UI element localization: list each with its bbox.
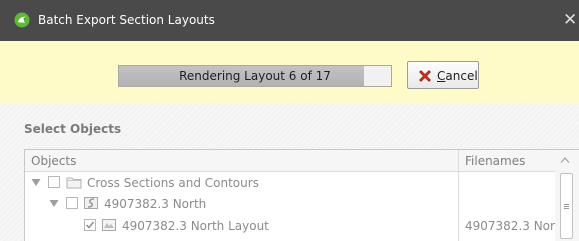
section-title: Select Objects [24,122,122,136]
layout-icon [102,219,116,231]
close-icon[interactable]: ✕ [563,9,579,31]
scrollbar-grip-line [564,204,569,205]
folder-icon [66,177,82,189]
checkmark-icon [85,221,95,229]
column-header-filenames[interactable]: Filenames [465,153,525,169]
progress-label: Rendering Layout 6 of 17 [179,69,331,83]
leapfrog-app-icon [14,12,30,28]
row-checkbox[interactable] [66,197,78,209]
cross-section-icon [84,197,98,209]
row-checkbox[interactable] [48,176,60,188]
progress-bar: Rendering Layout 6 of 17 [118,65,392,87]
tree-row-4907382-3-north-layout[interactable]: 4907382.3 North Layout 4907382.3 North [25,215,567,236]
scrollbar-thumb[interactable] [560,173,573,239]
dialog-title: Batch Export Section Layouts [38,13,215,27]
table-header: Objects Filenames [25,150,579,172]
cancel-label-rest: ancel [445,69,478,83]
cancel-x-icon [419,70,431,82]
row-checkbox-checked[interactable] [84,219,96,231]
row-label: 4907382.3 North Layout [122,219,269,233]
scrollbar-grip-line [564,206,569,207]
row-label: 4907382.3 North [104,197,207,211]
cancel-button[interactable]: Cancel [407,61,479,89]
progress-area: Rendering Layout 6 of 17 Cancel [0,41,579,103]
expand-arrow-icon[interactable] [49,199,59,208]
sort-up-icon [560,157,570,163]
scrollbar-grip-line [564,208,569,209]
vertical-scrollbar[interactable] [555,171,579,241]
row-label: Cross Sections and Contours [87,176,259,190]
cancel-button-label: Cancel [437,68,478,84]
batch-export-dialog: Batch Export Section Layouts ✕ Rendering… [0,0,579,241]
title-bar: Batch Export Section Layouts ✕ [0,0,579,41]
objects-table: Objects Filenames Cross Sections and Con… [24,149,579,241]
row-filename[interactable]: 4907382.3 North [465,218,567,234]
column-header-objects[interactable]: Objects [31,153,76,169]
expand-arrow-icon[interactable] [31,178,41,187]
tree-row-4907382-3-north[interactable]: 4907382.3 North [25,193,555,214]
tree-row-cross-sections-and-contours[interactable]: Cross Sections and Contours [25,172,555,193]
